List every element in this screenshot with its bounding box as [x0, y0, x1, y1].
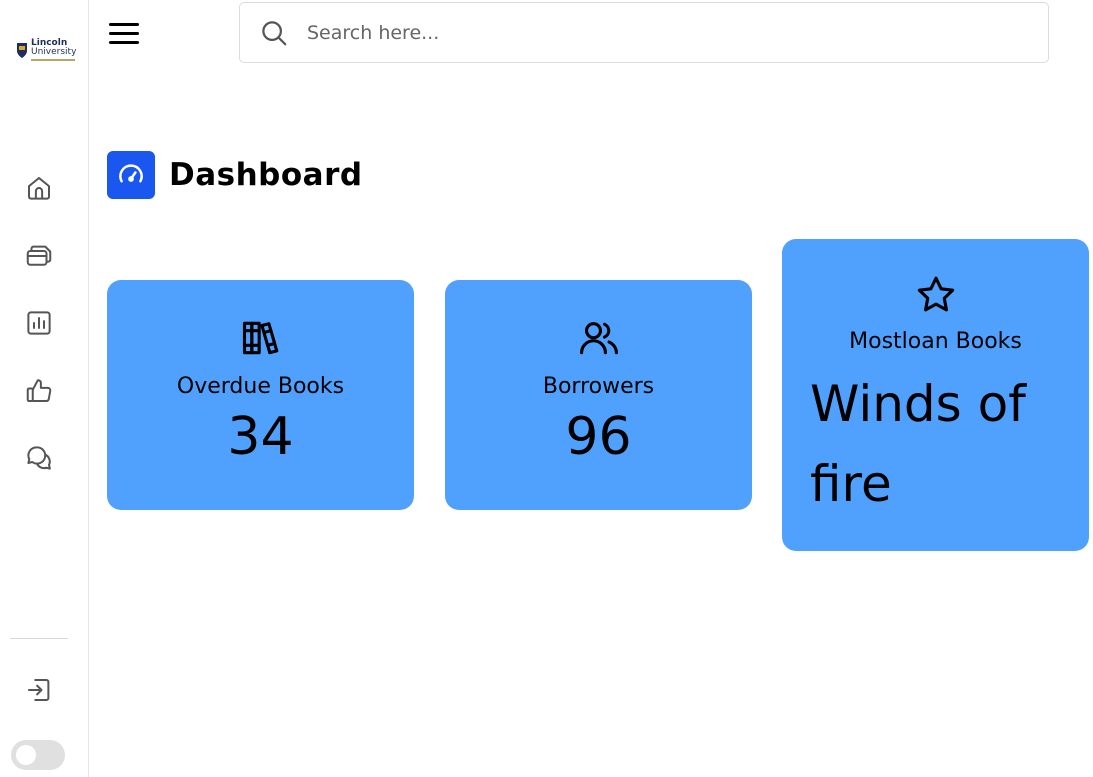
home-icon [28, 177, 50, 200]
sidebar-item-home[interactable] [22, 171, 56, 205]
logout-button[interactable] [22, 673, 56, 707]
logo-underline [31, 59, 75, 61]
borrowers-label: Borrowers [542, 374, 655, 399]
speedometer-icon [119, 164, 143, 183]
logo-text-line2: University [31, 47, 77, 57]
theme-toggle[interactable] [11, 740, 65, 770]
most-loaned-books-value: Winds of fire [810, 375, 1026, 513]
chat-icon [27, 446, 51, 470]
thumbs-up-icon [26, 379, 52, 402]
crest-icon [17, 42, 27, 58]
users-icon [579, 322, 618, 355]
borrowers-card[interactable]: Borrowers 96 [445, 280, 752, 510]
sidebar-item-books[interactable] [22, 239, 56, 273]
sidebar-divider [10, 638, 68, 639]
logout-icon [28, 679, 50, 701]
overdue-books-label: Overdue Books [176, 374, 345, 399]
most-loaned-books-card[interactable]: Mostloan Books Winds of fire [782, 239, 1089, 551]
books-stack-icon [242, 321, 278, 355]
page-title: Dashboard [169, 157, 363, 193]
borrowers-value: 96 [565, 407, 632, 467]
search-bar[interactable] [239, 2, 1049, 63]
menu-button[interactable] [109, 20, 141, 46]
sidebar-item-feedback[interactable] [22, 374, 56, 408]
hamburger-icon [109, 22, 139, 26]
sidebar-item-messages[interactable] [22, 441, 56, 475]
title-icon-box [107, 151, 155, 199]
report-icon [27, 311, 51, 335]
overdue-books-card[interactable]: Overdue Books 34 [107, 280, 414, 510]
toggle-knob [16, 745, 36, 765]
star-icon [917, 276, 954, 312]
university-logo[interactable]: Lincoln University [16, 36, 84, 64]
search-input[interactable] [307, 21, 1007, 44]
books-icon [26, 245, 52, 266]
search-icon [262, 20, 287, 45]
sidebar: Lincoln University [0, 0, 89, 777]
overdue-books-value: 34 [227, 407, 294, 467]
most-loaned-books-label: Mostloan Books [849, 329, 1022, 354]
sidebar-item-reports[interactable] [22, 306, 56, 340]
page-header: Dashboard [107, 151, 363, 199]
